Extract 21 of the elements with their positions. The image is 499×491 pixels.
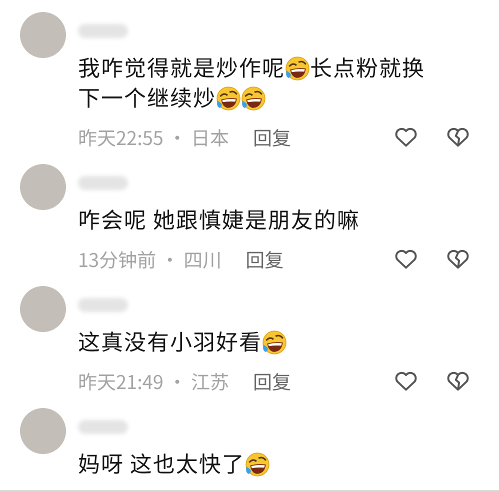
laughing-crying-emoji-icon <box>262 330 288 355</box>
comment-text: 这真没有小羽好看 <box>78 325 262 357</box>
blurred-username <box>78 298 128 312</box>
comment-text: 长点粉就换 <box>310 51 426 83</box>
reply-link[interactable]: 回复 <box>246 246 284 272</box>
comment-text: 下一个继续炒 <box>78 81 216 113</box>
comment-text: 我咋觉得就是炒作呢 <box>78 51 286 83</box>
laughing-crying-emoji-icon <box>244 452 270 477</box>
reply-link[interactable]: 回复 <box>252 124 291 150</box>
comment-text: 妈呀 这也太快了 <box>78 447 245 479</box>
comment-text: 咋会呢 她跟慎婕是朋友的嘛 <box>78 203 360 235</box>
comment-time-location: 13分钟前 · 四川 <box>78 246 222 272</box>
comment-time-location: 昨天22:55 · 日本 <box>78 124 229 150</box>
blurred-username <box>78 420 128 434</box>
laughing-crying-emoji-icon <box>241 86 266 111</box>
blurred-username <box>78 24 128 38</box>
laughing-crying-emoji-icon <box>216 86 242 111</box>
laughing-crying-emoji-icon <box>285 56 310 81</box>
blurred-username <box>78 176 128 190</box>
comment-time-location: 昨天21:49 · 江苏 <box>78 368 229 394</box>
reply-link[interactable]: 回复 <box>252 368 291 394</box>
